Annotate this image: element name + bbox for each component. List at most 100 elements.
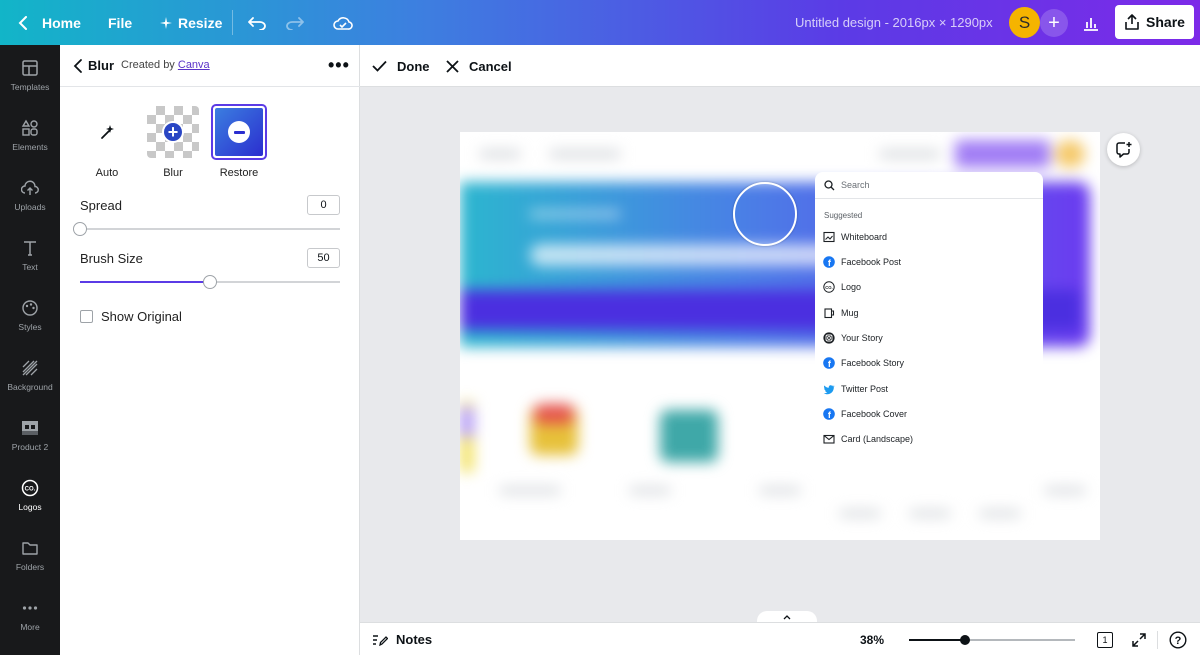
home-label: Home [42, 15, 81, 31]
dropdown-item-label: Your Story [841, 333, 883, 343]
redo-button[interactable] [286, 0, 304, 45]
divider [232, 10, 233, 35]
created-by: Created by Canva [121, 59, 210, 71]
facebook-icon: f [823, 408, 835, 420]
rail-item-background[interactable]: Background [0, 345, 60, 405]
expand-fullscreen-icon[interactable] [1131, 632, 1147, 648]
share-button[interactable]: Share [1115, 5, 1194, 39]
rail-item-more[interactable]: More [0, 585, 60, 645]
show-original-checkbox[interactable] [80, 310, 93, 323]
dropdown-search[interactable]: Search [815, 172, 1043, 199]
notes-label: Notes [396, 632, 432, 647]
rail-item-logos[interactable]: CO. Logos [0, 465, 60, 525]
rail-item-elements[interactable]: Elements [0, 105, 60, 165]
rail-item-styles[interactable]: Styles [0, 285, 60, 345]
restore-minus-icon [228, 121, 250, 143]
more-icon [21, 599, 39, 617]
dropdown-item-facebook-story[interactable]: f Facebook Story [823, 356, 904, 370]
show-original-label: Show Original [101, 309, 182, 324]
rail-label: Text [22, 262, 38, 272]
product-icon [21, 419, 39, 437]
cancel-label: Cancel [469, 59, 512, 74]
done-button[interactable]: Done [372, 45, 430, 87]
panel-title: Blur [88, 58, 114, 73]
undo-icon [248, 16, 266, 30]
author-link[interactable]: Canva [178, 59, 210, 71]
resize-button[interactable]: Resize [160, 0, 222, 45]
page-count-button[interactable]: 1 [1097, 632, 1113, 648]
rail-item-folders[interactable]: Folders [0, 525, 60, 585]
zoom-slider[interactable] [909, 639, 1075, 641]
design-type-dropdown: Search Suggested Whiteboard f Facebook P… [815, 172, 1043, 458]
close-icon [446, 60, 459, 73]
facebook-icon: f [823, 357, 835, 369]
tool-label: Blur [163, 167, 183, 179]
whiteboard-icon [823, 231, 835, 243]
dropdown-item-facebook-cover[interactable]: f Facebook Cover [823, 407, 907, 421]
show-original-toggle[interactable]: Show Original [80, 309, 182, 324]
file-menu-button[interactable]: File [108, 0, 132, 45]
cloud-save-button[interactable] [333, 0, 353, 45]
uploads-icon [21, 179, 39, 197]
insights-button[interactable] [1083, 0, 1099, 45]
mug-icon [823, 307, 835, 319]
svg-text:CO.: CO. [25, 486, 36, 492]
add-comment-button[interactable] [1107, 133, 1140, 166]
home-button[interactable]: Home [18, 0, 81, 45]
brush-size-label: Brush Size [80, 251, 143, 266]
spread-value-input[interactable]: 0 [307, 195, 340, 215]
tool-label: Restore [220, 167, 259, 179]
top-bar: Home File Resize Untitled design - 2016p… [0, 0, 1200, 45]
tool-restore[interactable]: Restore [212, 106, 266, 179]
zoom-level[interactable]: 38% [860, 623, 884, 655]
brush-size-slider-fill [80, 281, 210, 283]
tool-blur[interactable]: + Blur [146, 106, 200, 179]
resize-sparkle-icon [160, 17, 172, 29]
document-title[interactable]: Untitled design - 2016px × 1290px [795, 0, 993, 45]
logo-icon: CO. [823, 281, 835, 293]
share-upload-icon [1124, 14, 1140, 30]
undo-button[interactable] [248, 0, 266, 45]
dropdown-item-your-story[interactable]: Your Story [823, 331, 883, 345]
brush-size-slider[interactable] [80, 281, 340, 283]
created-by-label: Created by [121, 59, 175, 71]
back-chevron-icon[interactable] [72, 57, 88, 75]
facebook-icon: f [823, 256, 835, 268]
notes-button[interactable]: Notes [372, 623, 432, 655]
rail-label: Folders [16, 562, 44, 572]
spread-slider-thumb[interactable] [73, 222, 87, 236]
svg-text:?: ? [1175, 635, 1182, 647]
dropdown-item-card-landscape[interactable]: Card (Landscape) [823, 432, 913, 446]
dropdown-item-mug[interactable]: Mug [823, 306, 859, 320]
text-icon [21, 239, 39, 257]
avatar[interactable]: S [1009, 7, 1040, 38]
dropdown-item-twitter-post[interactable]: Twitter Post [823, 382, 888, 396]
twitter-icon [823, 383, 835, 395]
checkmark-icon [372, 60, 387, 72]
dropdown-item-label: Whiteboard [841, 232, 887, 242]
dropdown-item-logo[interactable]: CO. Logo [823, 280, 861, 294]
spread-slider[interactable] [80, 228, 340, 230]
help-icon[interactable]: ? [1169, 631, 1187, 649]
brush-size-slider-thumb[interactable] [203, 275, 217, 289]
tool-auto[interactable]: Auto [80, 106, 134, 179]
background-icon [21, 359, 39, 377]
zoom-slider-thumb[interactable] [960, 635, 970, 645]
divider [1157, 631, 1158, 649]
bar-chart-icon [1083, 15, 1099, 31]
dropdown-item-label: Facebook Post [841, 257, 901, 267]
folders-icon [21, 539, 39, 557]
rail-label: Templates [11, 82, 50, 92]
dropdown-item-whiteboard[interactable]: Whiteboard [823, 230, 887, 244]
more-options-button[interactable]: ••• [328, 55, 350, 76]
rail-item-text[interactable]: Text [0, 225, 60, 285]
cancel-button[interactable]: Cancel [446, 45, 512, 87]
add-collaborator-button[interactable]: + [1040, 9, 1068, 37]
rail-item-templates[interactable]: Templates [0, 45, 60, 105]
dropdown-item-facebook-post[interactable]: f Facebook Post [823, 255, 901, 269]
rail-item-product-2[interactable]: Product 2 [0, 405, 60, 465]
chevron-left-icon [18, 16, 28, 30]
rail-item-uploads[interactable]: Uploads [0, 165, 60, 225]
dropdown-item-label: Facebook Story [841, 358, 904, 368]
brush-size-value-input[interactable]: 50 [307, 248, 340, 268]
